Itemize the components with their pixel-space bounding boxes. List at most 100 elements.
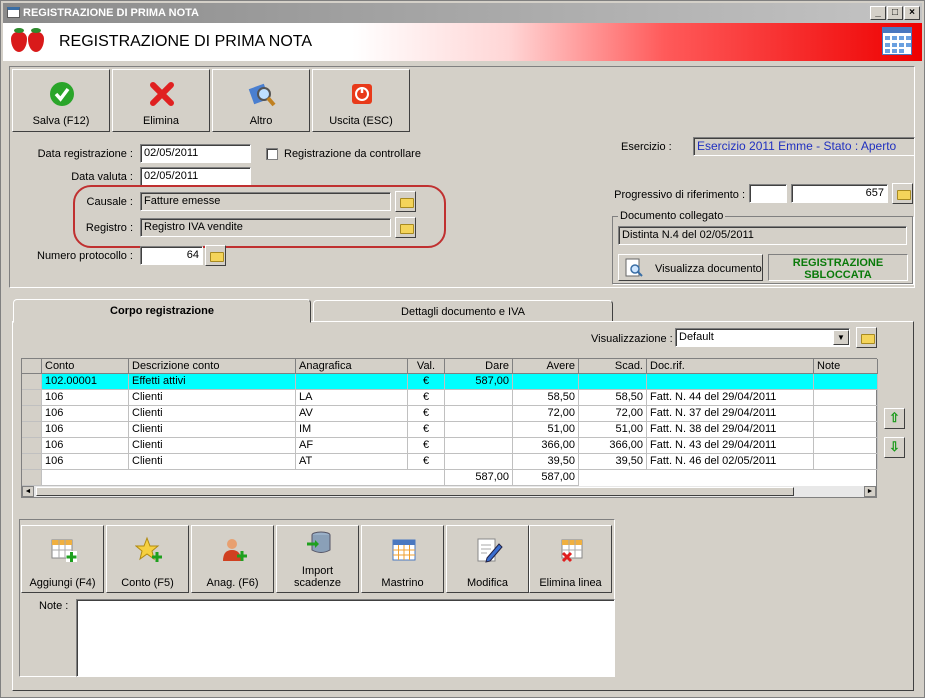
visualizzazione-select[interactable]: Default [675,328,850,347]
column-header[interactable]: Val. [408,359,445,374]
note-textarea[interactable] [76,599,615,677]
cell-descrizione[interactable]: Clienti [129,406,296,422]
delete-button[interactable]: Elimina [112,69,210,132]
cell-anagrafica[interactable]: AV [296,406,408,422]
column-header[interactable]: Anagrafica [296,359,408,374]
cell-scadenza[interactable]: 366,00 [579,438,647,454]
scroll-right-icon[interactable]: ► [864,486,876,497]
column-header[interactable]: Scad. [579,359,647,374]
esercizio-label: Esercizio : [621,141,672,153]
visualizzazione-folder-button[interactable] [856,327,877,348]
protocollo-folder-button[interactable] [205,245,226,266]
cell-valuta[interactable]: € [408,422,445,438]
close-button[interactable]: × [904,6,920,20]
cell-dare[interactable] [445,438,513,454]
chevron-down-icon[interactable]: ▼ [833,330,849,345]
cell-valuta[interactable]: € [408,454,445,470]
registration-grid[interactable]: Conto Descrizione conto Anagrafica Val. … [21,358,878,498]
protocollo-input[interactable]: 64 [140,246,203,265]
progressivo-input-b[interactable]: 657 [791,184,888,203]
column-header[interactable]: Avere [513,359,579,374]
cell-avere[interactable]: 72,00 [513,406,579,422]
cell-note[interactable] [814,422,878,438]
cell-dare[interactable] [445,422,513,438]
scroll-thumb[interactable] [36,487,794,496]
conto-button[interactable]: Conto (F5) [106,525,189,593]
cell-anagrafica[interactable]: IM [296,422,408,438]
da-controllare-checkbox[interactable] [266,148,278,160]
visualizza-documento-button[interactable]: Visualizza documento [618,254,763,281]
progressivo-folder-button[interactable] [892,183,913,204]
cell-scadenza[interactable]: 51,00 [579,422,647,438]
minimize-button[interactable]: _ [870,6,886,20]
cell-scadenza[interactable]: 72,00 [579,406,647,422]
modifica-button[interactable]: Modifica [446,525,529,593]
cell-note[interactable] [814,406,878,422]
check-icon [50,82,74,106]
cell-avere[interactable]: 58,50 [513,390,579,406]
cell-note[interactable] [814,438,878,454]
grid-corner [22,359,42,374]
column-header[interactable]: Conto [42,359,129,374]
other-button[interactable]: Altro [212,69,310,132]
star-add-icon [135,536,162,562]
cell-valuta[interactable]: € [408,390,445,406]
tab-dettagli-documento[interactable]: Dettagli documento e IVA [313,300,613,322]
cell-scadenza[interactable]: 39,50 [579,454,647,470]
column-header[interactable]: Descrizione conto [129,359,296,374]
cell-valuta[interactable]: € [408,438,445,454]
cell-dare[interactable] [445,406,513,422]
cell-descrizione[interactable]: Clienti [129,422,296,438]
cell-docrif[interactable]: Fatt. N. 43 del 29/04/2011 [647,438,814,454]
import-scadenze-button[interactable]: Import scadenze [276,525,359,593]
cell-anagrafica[interactable]: AF [296,438,408,454]
cell-conto[interactable]: 106 [42,422,129,438]
cell-docrif[interactable]: Fatt. N. 38 del 29/04/2011 [647,422,814,438]
horizontal-scrollbar[interactable]: ◄ ► [22,486,876,497]
column-header[interactable]: Doc.rif. [647,359,814,374]
cell-avere[interactable]: 51,00 [513,422,579,438]
cell-docrif[interactable]: Fatt. N. 46 del 02/05/2011 [647,454,814,470]
cell-descrizione[interactable]: Clienti [129,454,296,470]
move-down-button[interactable]: ⇩ [884,437,905,458]
save-button[interactable]: Salva (F12) [12,69,110,132]
da-controllare-label: Registrazione da controllare [284,148,421,160]
cell-descrizione[interactable]: Clienti [129,438,296,454]
cell-avere[interactable]: 39,50 [513,454,579,470]
cell-anagrafica[interactable]: AT [296,454,408,470]
cell-conto[interactable]: 106 [42,438,129,454]
total-avere: 587,00 [513,470,579,486]
cell-scadenza[interactable]: 58,50 [579,390,647,406]
cell-conto[interactable]: 106 [42,406,129,422]
cell-conto[interactable]: 106 [42,454,129,470]
cell-avere[interactable]: 366,00 [513,438,579,454]
cell-descrizione[interactable]: Clienti [129,390,296,406]
scroll-left-icon[interactable]: ◄ [22,486,34,497]
data-registrazione-input[interactable]: 02/05/2011 [140,144,251,163]
cell-note[interactable] [814,390,878,406]
cell-dare[interactable] [445,390,513,406]
maximize-button[interactable]: □ [887,6,903,20]
title-bar[interactable]: REGISTRAZIONE DI PRIMA NOTA _ □ × [3,3,922,23]
cell-anagrafica[interactable]: LA [296,390,408,406]
red-x-icon [150,82,174,106]
exit-button[interactable]: Uscita (ESC) [312,69,410,132]
delete-line-button[interactable]: Elimina linea [529,525,612,593]
tab-corpo-registrazione[interactable]: Corpo registrazione [13,299,311,323]
esercizio-field: Esercizio 2011 Emme - Stato : Aperto [693,137,915,156]
cell-docrif[interactable]: Fatt. N. 37 del 29/04/2011 [647,406,814,422]
cell-note[interactable] [814,454,878,470]
progressivo-input-a[interactable] [749,184,787,203]
cell-valuta[interactable]: € [408,406,445,422]
anagrafica-button[interactable]: Anag. (F6) [191,525,274,593]
cell-docrif[interactable]: Fatt. N. 44 del 29/04/2011 [647,390,814,406]
add-line-button[interactable]: Aggiungi (F4) [21,525,104,593]
database-import-icon [307,531,331,553]
cell-conto[interactable]: 106 [42,390,129,406]
mastrino-button[interactable]: Mastrino [361,525,444,593]
move-up-button[interactable]: ⇧ [884,408,905,429]
cell-dare[interactable] [445,454,513,470]
data-valuta-input[interactable]: 02/05/2011 [140,167,251,186]
column-header[interactable]: Dare [445,359,513,374]
column-header[interactable]: Note [814,359,878,374]
